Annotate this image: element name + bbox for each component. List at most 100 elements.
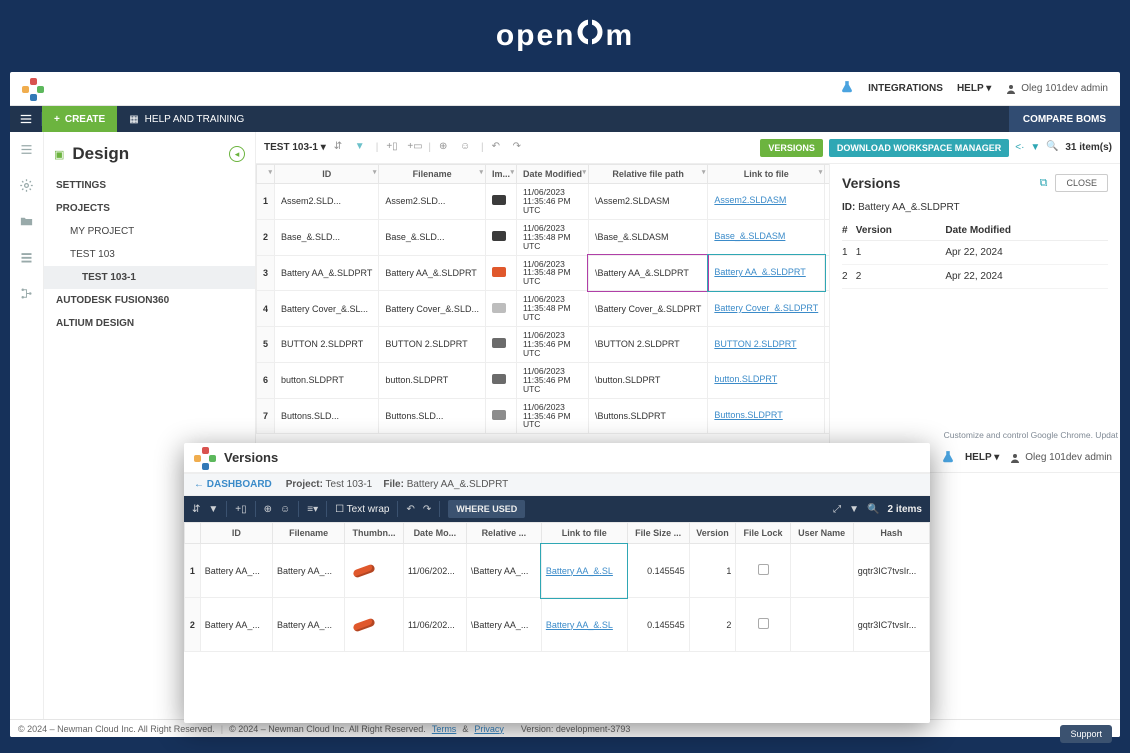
table-row[interactable]: 2Battery AA_...Battery AA_...11/06/202..…: [185, 598, 930, 652]
user-chip-2[interactable]: Oleg 101dev admin: [1009, 452, 1112, 464]
open-external-icon[interactable]: ⧉: [1040, 177, 1048, 190]
col-header[interactable]: File Size ...: [627, 523, 689, 544]
sidebar-autodesk[interactable]: AUTODESK FUSION360: [44, 289, 255, 312]
sidebar-item-myproject[interactable]: MY PROJECT: [44, 220, 255, 243]
sidebar-settings[interactable]: SETTINGS: [44, 174, 255, 197]
col-header[interactable]: Filename▾: [379, 165, 486, 184]
funnel-icon[interactable]: ▼: [355, 141, 368, 154]
flask-icon[interactable]: [941, 450, 955, 466]
col-header[interactable]: Hash: [853, 523, 929, 544]
undo-icon[interactable]: ↶: [406, 504, 414, 515]
help-dropdown[interactable]: HELP: [957, 83, 991, 94]
col-header[interactable]: Version: [689, 523, 736, 544]
search-icon[interactable]: 🔍: [867, 504, 879, 515]
support-button[interactable]: Support: [1060, 725, 1112, 743]
col-header[interactable]: Thumbn...: [345, 523, 404, 544]
file-lock-checkbox[interactable]: [758, 618, 769, 629]
main-toolbar: TEST 103-1 ⇵ ▼ | +▯ +▭ | ⊕ ☺ | ↶ ↷ VERSI…: [256, 132, 1120, 164]
version-row[interactable]: 1 1 Apr 22, 2024: [842, 241, 1108, 265]
help-training-link[interactable]: ▦ HELP AND TRAINING: [117, 114, 256, 125]
col-header[interactable]: Im...▾: [485, 165, 516, 184]
rail-sliders-icon[interactable]: [19, 142, 34, 160]
help-dropdown-2[interactable]: HELP: [965, 452, 999, 463]
footer-copyright-right: © 2024 – Newman Cloud Inc. All Right Res…: [229, 724, 426, 734]
undo-icon[interactable]: ↶: [492, 141, 505, 154]
rail-list-icon[interactable]: [19, 250, 34, 268]
col-header[interactable]: ID: [200, 523, 272, 544]
col-header[interactable]: Relative ...: [466, 523, 541, 544]
expand-icon[interactable]: ⤢: [833, 504, 841, 515]
where-used-button[interactable]: WHERE USED: [448, 500, 525, 518]
table-row[interactable]: 3Battery AA_&.SLDPRTBattery AA_&.SLDPRT1…: [257, 255, 831, 291]
create-button[interactable]: + CREATE: [42, 106, 117, 132]
hierarchy-icon[interactable]: ⇵: [334, 141, 347, 154]
plus-circle-icon[interactable]: ⊕: [439, 141, 452, 154]
table-row[interactable]: 4Battery Cover_&.SL...Battery Cover_&.SL…: [257, 291, 831, 327]
add-col-icon[interactable]: +▯: [386, 141, 399, 154]
col-header[interactable]: [185, 523, 201, 544]
filter-icon[interactable]: ▼: [1030, 142, 1040, 153]
versions-button[interactable]: VERSIONS: [760, 139, 823, 157]
funnel-icon[interactable]: ▼: [208, 504, 218, 515]
hamburger-icon[interactable]: [10, 112, 42, 126]
table-row[interactable]: 1Battery AA_...Battery AA_...11/06/202..…: [185, 544, 930, 598]
align-icon[interactable]: ≡▾: [307, 504, 318, 515]
table-row[interactable]: 7Buttons.SLD...Buttons.SLD...11/06/2023 …: [257, 398, 831, 434]
breadcrumb[interactable]: TEST 103-1: [264, 142, 326, 153]
rail-gear-icon[interactable]: [19, 178, 34, 196]
download-manager-button[interactable]: DOWNLOAD WORKSPACE MANAGER: [829, 139, 1009, 157]
brand-text-right: m: [605, 19, 634, 53]
table-row[interactable]: 6button.SLDPRTbutton.SLDPRT11/06/2023 11…: [257, 362, 831, 398]
smile-icon[interactable]: ☺: [460, 141, 473, 154]
col-header[interactable]: Filename: [273, 523, 345, 544]
table-row[interactable]: 5BUTTON 2.SLDPRTBUTTON 2.SLDPRT11/06/202…: [257, 327, 831, 363]
footer-version: Version: development-3793: [521, 724, 631, 734]
user-chip[interactable]: Oleg 101dev admin: [1005, 83, 1108, 95]
table-row[interactable]: 2Base_&.SLD...Base_&.SLD...11/06/2023 11…: [257, 219, 831, 255]
redo-icon[interactable]: ↷: [423, 504, 431, 515]
col-header[interactable]: ▾: [257, 165, 275, 184]
sidebar-projects[interactable]: PROJECTS: [44, 197, 255, 220]
rail-tree-icon[interactable]: [19, 286, 34, 304]
smile-icon[interactable]: ☺: [280, 504, 290, 515]
footer-terms[interactable]: Terms: [432, 724, 457, 734]
brand-text-left: open: [496, 19, 576, 53]
collapse-sidebar-icon[interactable]: ◂: [229, 146, 245, 162]
col-header[interactable]: Date Modified▾: [516, 165, 588, 184]
versions-table: # Version Date Modified 1 1 Apr 22, 2024…: [842, 221, 1108, 289]
flask-icon[interactable]: [840, 80, 854, 97]
col-header[interactable]: ID▾: [275, 165, 379, 184]
compare-boms-button[interactable]: COMPARE BOMS: [1009, 106, 1120, 132]
redo-icon[interactable]: ↷: [513, 141, 526, 154]
user-name: Oleg 101dev admin: [1021, 83, 1108, 94]
integrations-link[interactable]: INTEGRATIONS: [868, 83, 943, 94]
sidebar-item-test103[interactable]: TEST 103: [44, 243, 255, 266]
hierarchy-icon[interactable]: ⇵: [192, 504, 200, 515]
filter-icon[interactable]: ▼: [849, 504, 859, 515]
col-header[interactable]: User Name: [790, 523, 853, 544]
textwrap-toggle[interactable]: ☐ Text wrap: [335, 504, 389, 515]
footer-privacy[interactable]: Privacy: [474, 724, 504, 734]
win2-grid[interactable]: IDFilenameThumbn...Date Mo...Relative ..…: [184, 522, 930, 652]
table-row[interactable]: 1Assem2.SLD...Assem2.SLD...11/06/2023 11…: [257, 184, 831, 220]
dashboard-link[interactable]: ← DASHBOARD: [194, 479, 272, 490]
book-icon: ▦: [129, 114, 138, 125]
add-row-icon[interactable]: +▭: [407, 141, 420, 154]
col-header[interactable]: Link to file: [541, 523, 627, 544]
search-icon[interactable]: 🔍: [1046, 141, 1059, 154]
win2-breadcrumb: ← DASHBOARD Project: Test 103-1 File: Ba…: [184, 473, 930, 496]
col-header[interactable]: File Lock: [736, 523, 790, 544]
sidebar-item-test103-1[interactable]: TEST 103-1: [44, 266, 255, 289]
close-button[interactable]: CLOSE: [1055, 174, 1108, 192]
col-header[interactable]: Relative file path▾: [588, 165, 707, 184]
brand-o-icon: [575, 17, 605, 55]
plus-circle-icon[interactable]: ⊕: [264, 504, 272, 515]
sidebar-altium[interactable]: ALTIUM DESIGN: [44, 312, 255, 335]
col-header[interactable]: Date Mo...: [403, 523, 466, 544]
add-col-icon[interactable]: +▯: [235, 504, 246, 515]
version-row[interactable]: 2 2 Apr 22, 2024: [842, 265, 1108, 289]
file-lock-checkbox[interactable]: [758, 564, 769, 575]
col-header[interactable]: Link to file▾: [708, 165, 825, 184]
share-icon[interactable]: <·: [1015, 142, 1024, 153]
rail-folder-icon[interactable]: [19, 214, 34, 232]
